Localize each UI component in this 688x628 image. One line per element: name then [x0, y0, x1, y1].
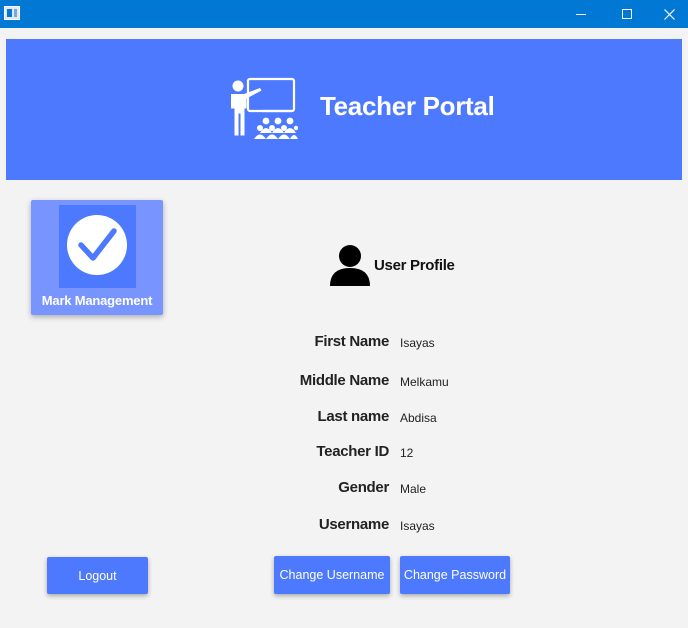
first-name-value: Isayas: [400, 336, 435, 350]
header-banner: Teacher Portal: [6, 39, 682, 180]
checkmark-tile: [59, 205, 136, 288]
teacher-presentation-icon: [231, 77, 298, 139]
first-name-label: First Name: [314, 333, 389, 350]
change-password-button[interactable]: Change Password: [400, 556, 510, 594]
app-icon: [4, 6, 20, 20]
last-name-label: Last name: [317, 408, 390, 425]
change-username-button[interactable]: Change Username: [274, 556, 390, 594]
minimize-icon: [576, 13, 586, 15]
username-label: Username: [318, 516, 389, 533]
close-button[interactable]: [650, 0, 688, 28]
mark-management-label: Mark Management: [41, 293, 153, 308]
checkmark-icon: [67, 215, 127, 275]
gender-value: Male: [400, 482, 427, 496]
logout-button[interactable]: Logout: [47, 557, 148, 594]
mark-management-button[interactable]: Mark Management: [31, 200, 163, 315]
teacher-id-value: 12: [400, 446, 414, 460]
title-bar: [0, 0, 688, 28]
close-icon: [663, 8, 675, 20]
username-value: Isayas: [400, 519, 435, 533]
middle-name-value: Melkamu: [400, 375, 449, 389]
maximize-button[interactable]: [604, 0, 650, 28]
last-name-value: Abdisa: [400, 411, 437, 425]
profile-title: User Profile: [374, 257, 455, 274]
minimize-button[interactable]: [558, 0, 604, 28]
maximize-icon: [622, 9, 632, 19]
gender-label: Gender: [338, 479, 389, 496]
user-icon: [330, 245, 370, 286]
middle-name-label: Middle Name: [299, 372, 390, 389]
page-title: Teacher Portal: [320, 91, 495, 121]
teacher-id-label: Teacher ID: [316, 443, 389, 460]
